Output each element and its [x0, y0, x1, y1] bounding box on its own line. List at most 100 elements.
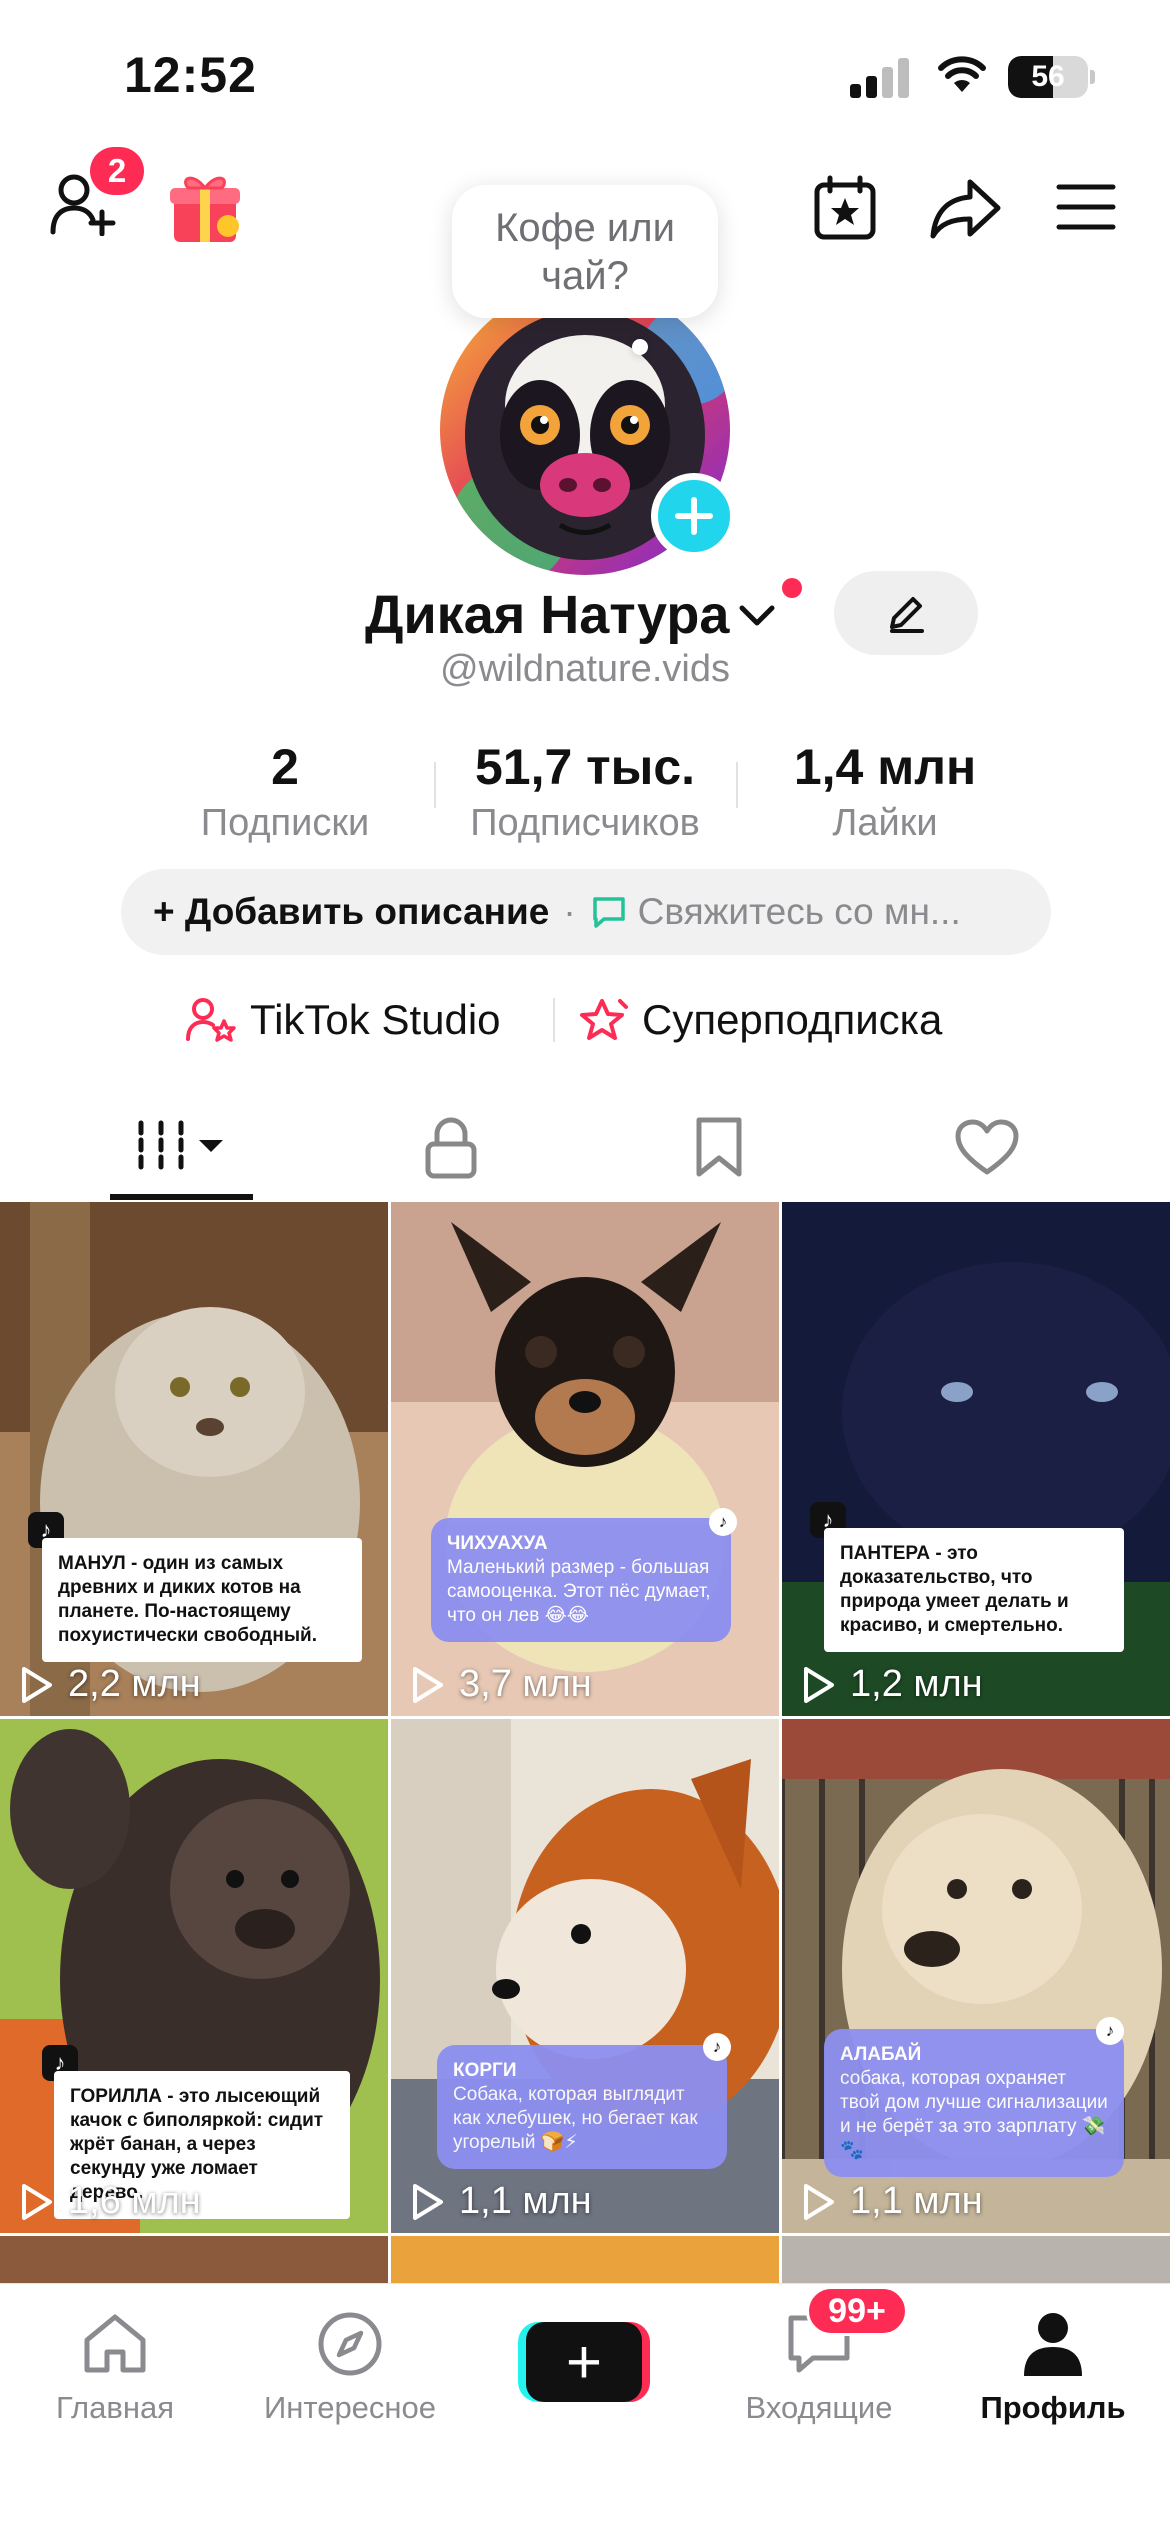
video-thumbnail[interactable] — [782, 2236, 1170, 2286]
username: @wildnature.vids — [440, 648, 730, 690]
signal-icon — [850, 58, 912, 98]
play-icon — [804, 2183, 834, 2220]
profile-icon — [1024, 2313, 1082, 2376]
video-caption-text: собака, которая охраняет твой дом лучше … — [840, 2068, 1108, 2161]
video-thumbnail[interactable]: ♪ ПАНТЕРА - это доказательство, что прир… — [782, 1202, 1170, 1716]
profile-name: Дикая Натура — [365, 585, 730, 645]
nav-label: Профиль — [980, 2390, 1126, 2425]
video-caption-title: КОРГИ — [453, 2060, 517, 2081]
video-caption: КОРГИ Собака, которая выглядит как хлебу… — [437, 2045, 727, 2169]
nav-label: Интересное — [263, 2390, 437, 2425]
home-icon — [84, 2314, 146, 2373]
bio-separator: · — [563, 891, 576, 932]
nav-profile[interactable]: Профиль — [938, 2304, 1168, 2426]
tab-favorites[interactable] — [574, 1098, 864, 1198]
tiktok-logo-icon: ♪ — [703, 2033, 731, 2061]
profile-name-row[interactable]: Дикая Натура — [365, 580, 777, 650]
stat-label: Подписчиков — [470, 802, 700, 844]
note-bubble-tail — [632, 339, 648, 355]
video-thumbnail[interactable] — [391, 2236, 779, 2286]
avatar-add-button[interactable] — [651, 473, 737, 559]
bookmark-icon — [696, 1117, 742, 1177]
stat-value: 51,7 тыс. — [474, 739, 696, 795]
stat-value: 2 — [271, 739, 299, 795]
add-bio-button[interactable]: + Добавить описание — [153, 891, 549, 933]
nav-label: Главная — [56, 2390, 174, 2425]
pencil-icon — [890, 597, 924, 633]
view-count: 1,1 млн — [459, 2180, 592, 2222]
super-subscription-link[interactable]: Суперподписка — [576, 985, 942, 1055]
videos-grid-icon — [138, 1120, 223, 1176]
stat-label: Лайки — [832, 802, 938, 844]
tab-private[interactable] — [306, 1098, 596, 1198]
share-icon[interactable] — [930, 176, 1002, 240]
friends-badge: 2 — [90, 147, 144, 195]
play-icon — [22, 2183, 52, 2220]
compass-icon — [318, 2312, 382, 2376]
super-subscription-icon — [580, 999, 628, 1040]
contact-me-button[interactable]: Свяжитесь со мн... — [638, 891, 961, 933]
active-tab-indicator — [110, 1194, 253, 1200]
studio-divider — [553, 998, 555, 1042]
video-thumbnail[interactable] — [0, 2236, 388, 2286]
play-icon — [413, 1666, 443, 1703]
chevron-down-icon[interactable] — [737, 600, 777, 630]
video-caption: ЧИХУАХУА Маленький размер - большая само… — [431, 1518, 731, 1642]
video-views: 2,2 млн — [18, 1663, 201, 1706]
view-count: 1,6 млн — [68, 2180, 201, 2222]
play-icon — [413, 2183, 443, 2220]
video-views: 3,7 млн — [409, 1663, 592, 1706]
video-caption-text: Собака, которая выглядит как хлебушек, н… — [453, 2084, 698, 2153]
video-caption: АЛАБАЙ собака, которая охраняет твой дом… — [824, 2029, 1124, 2177]
video-caption: МАНУЛ - один из самых древних и диких ко… — [42, 1538, 362, 1662]
stat-following[interactable]: 2 Подписки — [170, 736, 400, 848]
video-thumbnail[interactable]: КОРГИ Собака, которая выглядит как хлебу… — [391, 1719, 779, 2233]
tab-liked[interactable] — [842, 1098, 1132, 1198]
view-count: 2,2 млн — [68, 1663, 201, 1705]
stat-divider — [434, 762, 436, 808]
video-views: 1,6 млн — [18, 2180, 201, 2223]
bottom-nav: Главная Интересное + Входящие Профиль — [0, 2283, 1170, 2532]
battery-icon: 56 — [1008, 56, 1088, 98]
video-caption: ПАНТЕРА - это доказательство, что природ… — [824, 1528, 1124, 1652]
stat-likes[interactable]: 1,4 млн Лайки — [760, 736, 1010, 848]
status-time: 12:52 — [124, 47, 257, 103]
gift-icon[interactable] — [168, 170, 244, 246]
create-button[interactable]: + — [518, 2322, 650, 2402]
plus-icon — [675, 497, 713, 535]
stat-divider — [736, 762, 738, 808]
video-thumbnail[interactable]: ЧИХУАХУА Маленький размер - большая само… — [391, 1202, 779, 1716]
stat-followers[interactable]: 51,7 тыс. Подписчиков — [445, 736, 725, 848]
video-views: 1,1 млн — [800, 2180, 983, 2223]
nav-label: Входящие — [745, 2390, 893, 2425]
video-views: 1,1 млн — [409, 2180, 592, 2223]
nav-home[interactable]: Главная — [0, 2304, 230, 2426]
nav-explore[interactable]: Интересное — [235, 2304, 465, 2426]
tab-videos[interactable] — [36, 1098, 326, 1198]
inbox-badge: 99+ — [806, 2286, 908, 2336]
video-thumbnail[interactable]: ♪ МАНУЛ - один из самых древних и диких … — [0, 1202, 388, 1716]
video-caption-text: Маленький размер - большая самооценка. Э… — [447, 1557, 711, 1626]
menu-icon[interactable] — [1056, 182, 1116, 232]
bio-pill[interactable]: + Добавить описание · Свяжитесь со мн... — [121, 869, 1051, 955]
lock-icon — [425, 1117, 477, 1179]
video-caption-title: ЧИХУАХУА — [447, 1533, 548, 1554]
studio-icon — [186, 998, 236, 1042]
tiktok-studio-link[interactable]: TikTok Studio — [186, 985, 501, 1055]
view-count: 1,2 млн — [850, 1663, 983, 1705]
edit-profile-button[interactable] — [834, 571, 978, 655]
video-thumbnail[interactable]: ♪ ГОРИЛЛА - это лысеющий качок с биполяр… — [0, 1719, 388, 2233]
view-count: 3,7 млн — [459, 1663, 592, 1705]
stat-label: Подписки — [200, 802, 370, 844]
play-icon — [804, 1666, 834, 1703]
note-bubble[interactable]: Кофе или чай? — [452, 185, 718, 318]
wifi-icon — [938, 56, 986, 92]
video-caption-title: АЛАБАЙ — [840, 2044, 922, 2065]
video-thumbnail[interactable]: АЛАБАЙ собака, которая охраняет твой дом… — [782, 1719, 1170, 2233]
calendar-star-icon[interactable] — [812, 175, 878, 241]
status-bar: 12:52 56 — [0, 0, 1170, 150]
message-icon — [592, 897, 625, 928]
battery-tip — [1090, 70, 1095, 84]
studio-label: TikTok Studio — [250, 996, 501, 1043]
account-notification-dot — [782, 578, 802, 598]
